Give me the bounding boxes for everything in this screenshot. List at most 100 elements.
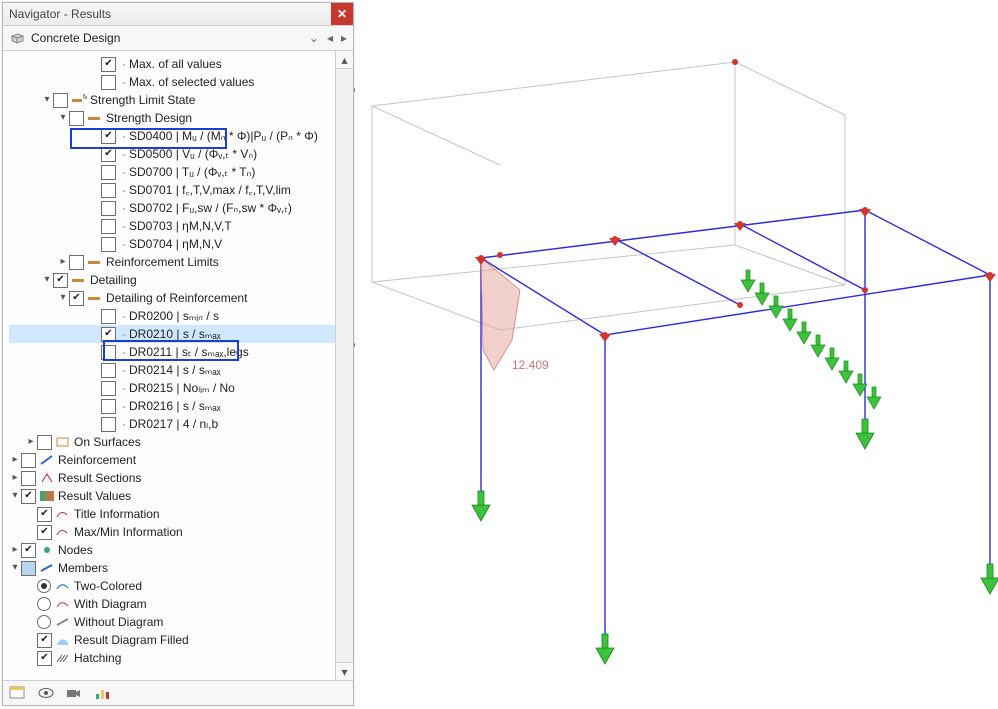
checkbox[interactable]: [101, 129, 116, 144]
row-dr0217[interactable]: ▾-DR0217 | 4 / nₗ,b: [9, 415, 335, 433]
row-strength-limit-state[interactable]: ▾ M Strength Limit State: [9, 91, 335, 109]
checkbox[interactable]: [69, 291, 84, 306]
row-sd0704[interactable]: ▾-SD0704 | ηM,N,V: [9, 235, 335, 253]
chevron-right-icon[interactable]: ▸: [9, 451, 21, 469]
checkbox[interactable]: [21, 543, 36, 558]
checkbox[interactable]: [101, 201, 116, 216]
row-two-colored[interactable]: ▾Two-Colored: [9, 577, 335, 595]
checkbox[interactable]: [101, 327, 116, 342]
radio[interactable]: [37, 597, 51, 611]
no-diagram-icon: [55, 615, 71, 629]
checkbox[interactable]: [101, 75, 116, 90]
row-reinforcement[interactable]: ▸Reinforcement: [9, 451, 335, 469]
row-dr0210[interactable]: ▾-DR0210 | s / sₘₐₓ: [9, 325, 335, 343]
checkbox[interactable]: [21, 489, 36, 504]
checkbox[interactable]: [37, 633, 52, 648]
scroll-up-icon[interactable]: ▴: [336, 51, 353, 69]
checkbox[interactable]: [21, 471, 36, 486]
checkbox[interactable]: [37, 435, 52, 450]
checkbox[interactable]: [101, 57, 116, 72]
row-with-diagram[interactable]: ▾With Diagram: [9, 595, 335, 613]
checkbox[interactable]: [101, 237, 116, 252]
checkbox[interactable]: [53, 93, 68, 108]
row-sd0702[interactable]: ▾-SD0702 | Fᵤ,sw / (Fₙ,sw * Φᵥ,ₜ): [9, 199, 335, 217]
checkbox[interactable]: [101, 345, 116, 360]
row-dr0216[interactable]: ▾-DR0216 | s / sₘₐₓ: [9, 397, 335, 415]
panel-titlebar[interactable]: Navigator - Results ✕: [3, 3, 353, 26]
row-members[interactable]: ▾Members: [9, 559, 335, 577]
row-max-selected[interactable]: ▾ - Max. of selected values: [9, 73, 335, 91]
row-hatching[interactable]: ▾Hatching: [9, 649, 335, 667]
checkbox[interactable]: [101, 381, 116, 396]
row-sd0700[interactable]: ▾-SD0700 | Tᵤ / (Φᵥ,ₜ * Tₙ): [9, 163, 335, 181]
checkbox-mixed[interactable]: [21, 561, 36, 576]
nav-next-icon[interactable]: ▸: [339, 31, 349, 45]
result-value-label: 12.409: [512, 358, 549, 372]
row-strength-design[interactable]: ▾ Strength Design: [9, 109, 335, 127]
navigator-panel: Navigator - Results ✕ Concrete Design ⌄ …: [2, 2, 354, 706]
nav-prev-icon[interactable]: ◂: [325, 31, 335, 45]
row-nodes[interactable]: ▸Nodes: [9, 541, 335, 559]
row-maxmin-info[interactable]: ▾Max/Min Information: [9, 523, 335, 541]
chevron-down-icon[interactable]: ▾: [9, 487, 21, 505]
row-sd0701[interactable]: ▾-SD0701 | f꜀,T,V,max / f꜀,T,V,lim: [9, 181, 335, 199]
section-dropdown-icon[interactable]: ⌄: [307, 31, 321, 45]
row-without-diagram[interactable]: ▾Without Diagram: [9, 613, 335, 631]
row-dr0215[interactable]: ▾-DR0215 | Noₗᵢₘ / No: [9, 379, 335, 397]
radio[interactable]: [37, 579, 51, 593]
row-max-all[interactable]: ▾ - Max. of all values: [9, 55, 335, 73]
checkbox[interactable]: [53, 273, 68, 288]
checkbox[interactable]: [21, 453, 36, 468]
results-icon[interactable]: [93, 685, 111, 701]
rebar-icon: [39, 453, 55, 467]
row-sd0703[interactable]: ▾-SD0703 | ηM,N,V,T: [9, 217, 335, 235]
checkbox[interactable]: [101, 399, 116, 414]
checkbox[interactable]: [69, 255, 84, 270]
section-selector[interactable]: Concrete Design: [9, 31, 303, 45]
row-result-values[interactable]: ▾Result Values: [9, 487, 335, 505]
results-tree[interactable]: ▾ - Max. of all values ▾ - Max. of selec…: [3, 51, 335, 680]
chevron-down-icon[interactable]: ▾: [41, 271, 53, 289]
row-detailing-of-reinforcement[interactable]: ▾ Detailing of Reinforcement: [9, 289, 335, 307]
checkbox[interactable]: [101, 219, 116, 234]
chevron-down-icon[interactable]: ▾: [9, 559, 21, 577]
chevron-right-icon[interactable]: ▸: [9, 541, 21, 559]
checkbox[interactable]: [101, 147, 116, 162]
section-label: Concrete Design: [31, 31, 120, 45]
row-reinforcement-limits[interactable]: ▸ Reinforcement Limits: [9, 253, 335, 271]
chevron-down-icon[interactable]: ▾: [57, 109, 69, 127]
radio[interactable]: [37, 615, 51, 629]
checkbox[interactable]: [101, 363, 116, 378]
eye-icon[interactable]: [37, 685, 55, 701]
chevron-down-icon[interactable]: ▾: [41, 91, 53, 109]
checkbox[interactable]: [101, 165, 116, 180]
checkbox[interactable]: [101, 417, 116, 432]
row-dr0211[interactable]: ▾-DR0211 | sₜ / sₘₐₓ,legs: [9, 343, 335, 361]
checkbox[interactable]: [37, 507, 52, 522]
panel-title: Navigator - Results: [9, 7, 331, 21]
row-dr0214[interactable]: ▾-DR0214 | s / sₘₐₓ: [9, 361, 335, 379]
checkbox[interactable]: [69, 111, 84, 126]
row-dr0200[interactable]: ▾-DR0200 | sₘᵢₙ / s: [9, 307, 335, 325]
chevron-down-icon[interactable]: ▾: [57, 289, 69, 307]
row-title-info[interactable]: ▾Title Information: [9, 505, 335, 523]
close-button[interactable]: ✕: [331, 3, 353, 25]
checkbox[interactable]: [37, 651, 52, 666]
window-icon[interactable]: [9, 685, 27, 701]
row-on-surfaces[interactable]: ▸On Surfaces: [9, 433, 335, 451]
row-sd0400[interactable]: ▾-SD0400 | Mᵤ / (Mₙ * Φ)|Pᵤ / (Pₙ * Φ): [9, 127, 335, 145]
row-result-diagram-filled[interactable]: ▾Result Diagram Filled: [9, 631, 335, 649]
chevron-right-icon[interactable]: ▸: [9, 469, 21, 487]
chevron-right-icon[interactable]: ▸: [25, 433, 37, 451]
tree-scrollbar[interactable]: ▴ ▾: [335, 51, 353, 680]
scroll-down-icon[interactable]: ▾: [336, 662, 353, 680]
cube-icon: [9, 32, 25, 44]
checkbox[interactable]: [101, 183, 116, 198]
row-sd0500[interactable]: ▾-SD0500 | Vᵤ / (Φᵥ,ₜ * Vₙ): [9, 145, 335, 163]
checkbox[interactable]: [37, 525, 52, 540]
camera-icon[interactable]: [65, 685, 83, 701]
row-detailing[interactable]: ▾ Detailing: [9, 271, 335, 289]
checkbox[interactable]: [101, 309, 116, 324]
chevron-right-icon[interactable]: ▸: [57, 253, 69, 271]
row-result-sections[interactable]: ▸Result Sections: [9, 469, 335, 487]
